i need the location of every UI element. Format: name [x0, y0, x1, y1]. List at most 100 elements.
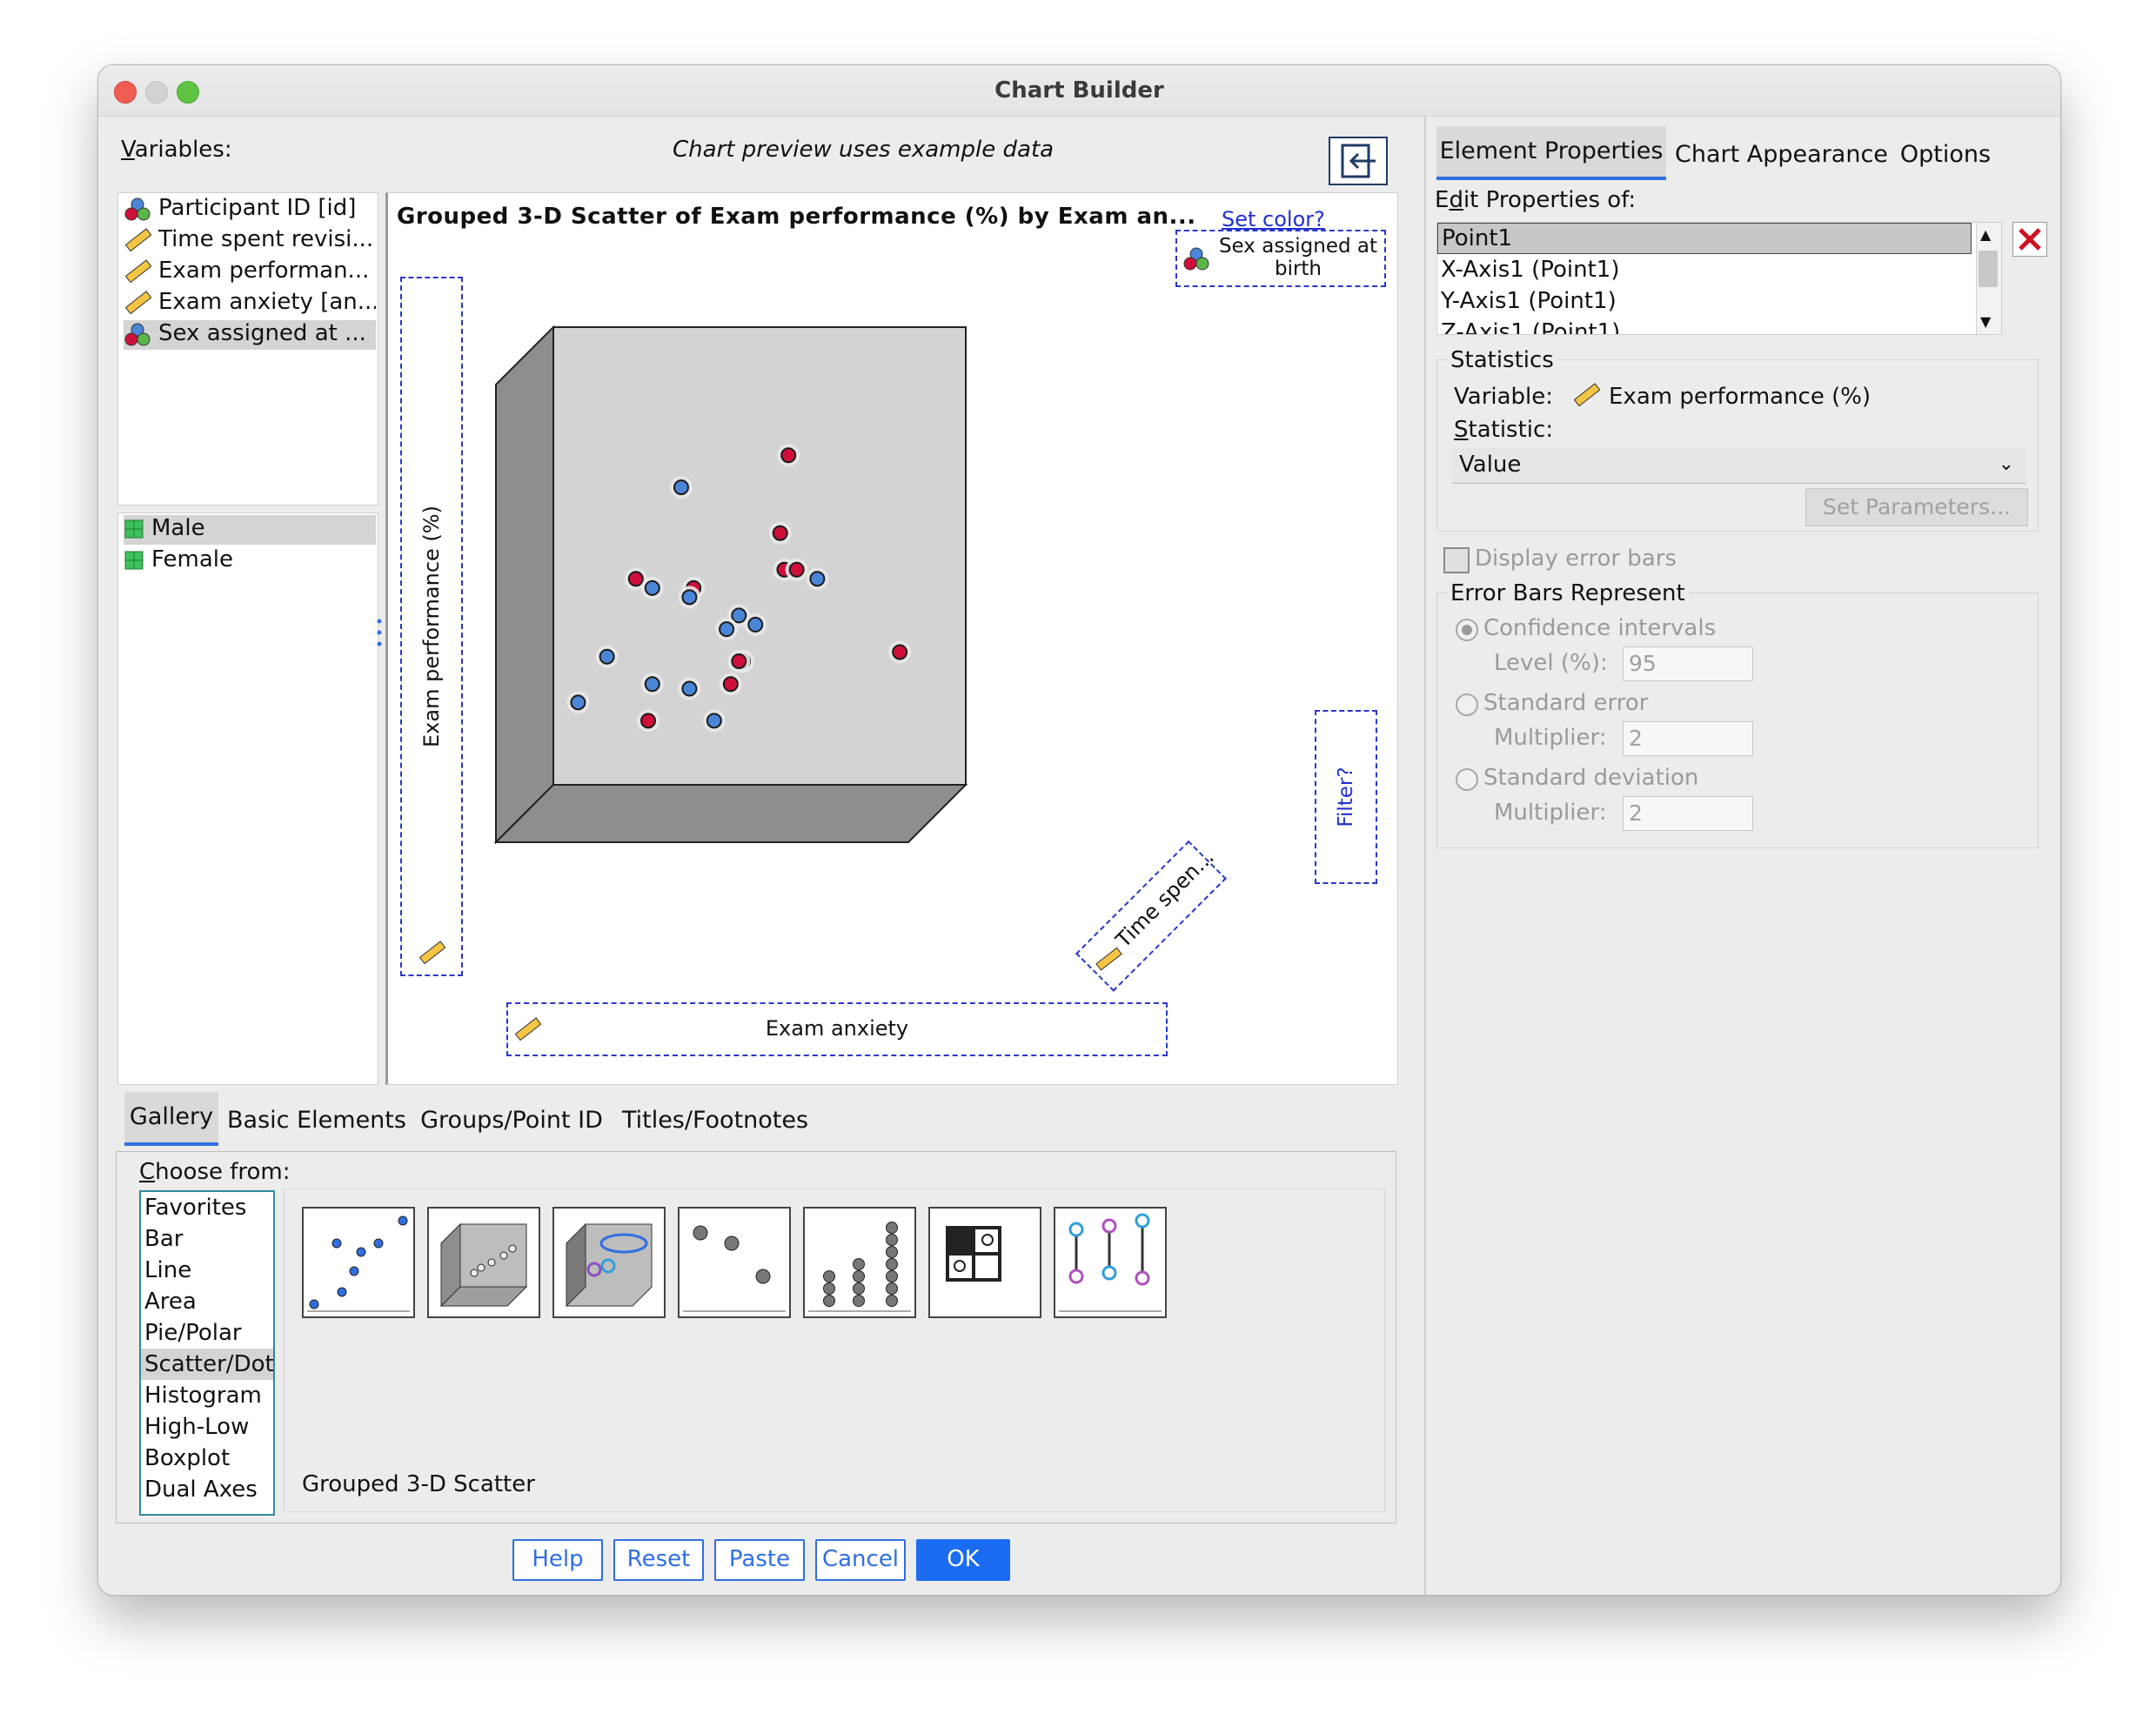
chart-type-list: Favorites Bar Line Area Pie/Polar Scatte…	[139, 1190, 275, 1516]
dot-plot-mark	[853, 1282, 865, 1295]
drag-dots-icon	[377, 619, 382, 646]
data-point-male	[892, 644, 908, 660]
dot-plot-mark	[886, 1270, 898, 1282]
chart-type-item[interactable]: Histogram	[141, 1380, 273, 1411]
dot-plot-mark	[853, 1295, 865, 1307]
data-point-female	[644, 579, 660, 596]
variable-list: Participant ID [id] Time spent revisi...…	[117, 192, 378, 506]
scale-ruler-icon	[124, 290, 151, 314]
statistic-label: Statistic:	[1454, 417, 1554, 443]
collapse-panel-button[interactable]	[1329, 137, 1388, 185]
list-scrollbar[interactable]: ▲ ▼	[1976, 223, 2001, 334]
edit-item-selected[interactable]: Point1	[1437, 223, 1972, 254]
chart-type-item[interactable]: Line	[141, 1255, 273, 1286]
ok-button[interactable]: OK	[916, 1539, 1010, 1581]
standard-error-radio[interactable]	[1456, 693, 1478, 716]
grouped-3d-scatter-thumb[interactable]	[552, 1207, 666, 1318]
tab-gallery[interactable]: Gallery	[124, 1092, 218, 1146]
confidence-intervals-radio[interactable]	[1456, 619, 1478, 641]
variable-label: Exam anxiety [an...	[158, 289, 376, 315]
summary-point-thumb[interactable]	[678, 1207, 791, 1318]
variable-item[interactable]: Exam performan...	[124, 258, 376, 287]
chart-type-item[interactable]: Dual Axes	[141, 1474, 273, 1505]
chart-type-item[interactable]: Boxplot	[141, 1443, 273, 1474]
chart-type-item[interactable]: Favorites	[141, 1192, 273, 1223]
data-point-male	[788, 561, 805, 578]
x-axis-drop-zone[interactable]: Exam anxiety	[506, 1002, 1168, 1056]
data-point-female	[673, 479, 689, 496]
preview-note: Chart preview uses example data	[673, 137, 1055, 163]
tab-options[interactable]: Options	[1892, 130, 1999, 180]
help-button[interactable]: Help	[512, 1539, 603, 1581]
nominal-icon	[124, 198, 151, 220]
dot-plot-mark	[886, 1222, 898, 1234]
variable-label: Variable:	[1454, 384, 1554, 410]
edit-item[interactable]: Z-Axis1 (Point1)	[1437, 317, 2001, 334]
collapse-arrow-icon	[1341, 144, 1376, 178]
edit-item[interactable]: X-Axis1 (Point1)	[1437, 254, 2001, 285]
se-multiplier-input[interactable]: 2	[1623, 721, 1753, 756]
data-point-female	[570, 694, 586, 711]
standard-deviation-radio[interactable]	[1456, 768, 1478, 791]
window-title: Chart Builder	[994, 77, 1164, 104]
dot-plot-thumb[interactable]	[803, 1207, 916, 1318]
filter-drop-zone[interactable]: Filter?	[1315, 710, 1377, 884]
category-item-male[interactable]: Male	[124, 515, 376, 545]
display-error-bars-checkbox[interactable]	[1443, 547, 1470, 573]
scroll-up-icon[interactable]: ▲	[1980, 226, 1991, 243]
dot-plot-icon	[808, 1222, 911, 1312]
scatter-matrix-thumb[interactable]	[928, 1207, 1041, 1318]
simple-scatter-thumb[interactable]	[302, 1207, 415, 1318]
dot-plot-mark	[886, 1282, 898, 1295]
data-point-female	[681, 680, 698, 697]
tab-element-properties[interactable]: Element Properties	[1436, 126, 1666, 180]
data-point-male	[627, 571, 644, 587]
drop-line-icon	[1059, 1213, 1162, 1312]
splitter-handle[interactable]	[233, 506, 258, 519]
filter-label: Filter?	[1335, 767, 1357, 827]
scatter-matrix-icon	[946, 1226, 1001, 1282]
chart-type-item[interactable]: Bar	[141, 1223, 273, 1255]
drop-line-thumb[interactable]	[1054, 1207, 1167, 1318]
edit-item[interactable]: Y-Axis1 (Point1)	[1437, 285, 2001, 317]
confidence-intervals-label: Confidence intervals	[1483, 615, 1717, 641]
plot-floor	[493, 784, 968, 843]
reset-button[interactable]: Reset	[613, 1539, 704, 1581]
category-item-female[interactable]: Female	[124, 546, 376, 576]
sd-multiplier-input[interactable]: 2	[1623, 796, 1753, 831]
standard-error-label: Standard error	[1483, 690, 1649, 716]
error-bars-group-title: Error Bars Represent	[1447, 580, 1689, 606]
paste-button[interactable]: Paste	[714, 1539, 805, 1581]
tab-groups-point-id[interactable]: Groups/Point ID	[415, 1095, 608, 1146]
dot-plot-mark	[886, 1234, 898, 1246]
simple-3d-scatter-thumb[interactable]	[427, 1207, 540, 1318]
chart-type-item[interactable]: Pie/Polar	[141, 1317, 273, 1349]
variable-item[interactable]: Time spent revisi...	[124, 226, 376, 256]
variable-label: Sex assigned at ...	[158, 320, 366, 346]
data-point-male	[780, 447, 797, 464]
delete-element-button[interactable]	[2012, 222, 2047, 257]
level-input[interactable]: 95	[1623, 646, 1753, 681]
statistic-select[interactable]: Value ⌄	[1452, 448, 2026, 484]
dot-plot-mark	[823, 1295, 835, 1307]
chart-type-item[interactable]: Area	[141, 1286, 273, 1317]
variable-item[interactable]: Exam anxiety [an...	[124, 289, 376, 318]
vertical-splitter-handle[interactable]	[377, 617, 382, 648]
tab-titles-footnotes[interactable]: Titles/Footnotes	[617, 1095, 814, 1146]
scroll-thumb[interactable]	[1979, 251, 1998, 287]
sd-multiplier-label: Multiplier:	[1494, 800, 1607, 826]
variable-item-selected[interactable]: Sex assigned at ...	[124, 320, 376, 350]
dot-plot-mark	[853, 1258, 865, 1270]
data-point-female	[809, 571, 826, 587]
tab-chart-appearance[interactable]: Chart Appearance	[1675, 130, 1888, 180]
category-label: Male	[151, 515, 205, 541]
tab-basic-elements[interactable]: Basic Elements	[227, 1095, 406, 1146]
chart-type-item-selected[interactable]: Scatter/Dot	[141, 1349, 274, 1380]
variable-item[interactable]: Participant ID [id]	[124, 195, 376, 224]
chart-type-item[interactable]: High-Low	[141, 1411, 273, 1443]
set-parameters-button[interactable]: Set Parameters...	[1805, 488, 2028, 526]
plot-left-wall	[495, 325, 554, 845]
chart-canvas[interactable]: Grouped 3-D Scatter of Exam performance …	[385, 192, 1398, 1085]
scroll-down-icon[interactable]: ▼	[1980, 313, 1991, 330]
cancel-button[interactable]: Cancel	[815, 1539, 906, 1581]
